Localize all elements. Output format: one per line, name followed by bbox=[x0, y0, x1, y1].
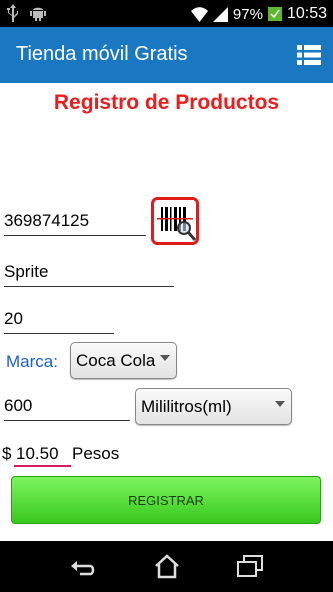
back-icon[interactable] bbox=[70, 553, 98, 579]
quantity-input[interactable]: 20 bbox=[4, 309, 114, 334]
product-name-input[interactable]: Sprite bbox=[4, 262, 174, 287]
signal-icon bbox=[212, 6, 228, 22]
currency-symbol: $ bbox=[2, 444, 12, 463]
app-title: Tienda móvil Gratis bbox=[16, 43, 188, 65]
action-bar: Tienda móvil Gratis bbox=[0, 27, 333, 83]
barcode-input[interactable]: 369874125 bbox=[4, 211, 146, 236]
battery-percent: 97% bbox=[232, 5, 263, 23]
usb-icon bbox=[7, 4, 18, 22]
unit-select-value: Mililitros(ml) bbox=[141, 397, 232, 416]
barcode-scan-icon[interactable] bbox=[151, 197, 199, 245]
volume-input[interactable]: 600 bbox=[4, 396, 130, 421]
recent-apps-icon[interactable] bbox=[236, 553, 264, 579]
home-icon[interactable] bbox=[153, 553, 181, 579]
android-icon bbox=[30, 7, 46, 21]
unit-select[interactable]: Mililitros(ml) bbox=[135, 388, 292, 425]
price-input[interactable]: 10.50 bbox=[14, 444, 71, 467]
battery-icon bbox=[267, 7, 282, 21]
product-form: Registro de Productos 369874125 Sprite 2… bbox=[0, 83, 333, 541]
brand-label: Marca: bbox=[6, 352, 58, 371]
chevron-down-icon bbox=[160, 355, 170, 361]
brand-select[interactable]: Coca Cola bbox=[70, 342, 177, 379]
chevron-down-icon bbox=[275, 401, 285, 407]
status-bar: 97% 10:53 bbox=[0, 0, 333, 27]
navigation-bar bbox=[0, 541, 333, 592]
clock: 10:53 bbox=[286, 5, 327, 22]
page-title: Registro de Productos bbox=[53, 91, 280, 114]
wifi-icon bbox=[190, 6, 208, 22]
menu-icon[interactable] bbox=[297, 45, 321, 65]
currency-name: Pesos bbox=[72, 444, 120, 463]
brand-select-value: Coca Cola bbox=[76, 351, 156, 370]
register-button[interactable]: REGISTRAR bbox=[11, 476, 321, 524]
